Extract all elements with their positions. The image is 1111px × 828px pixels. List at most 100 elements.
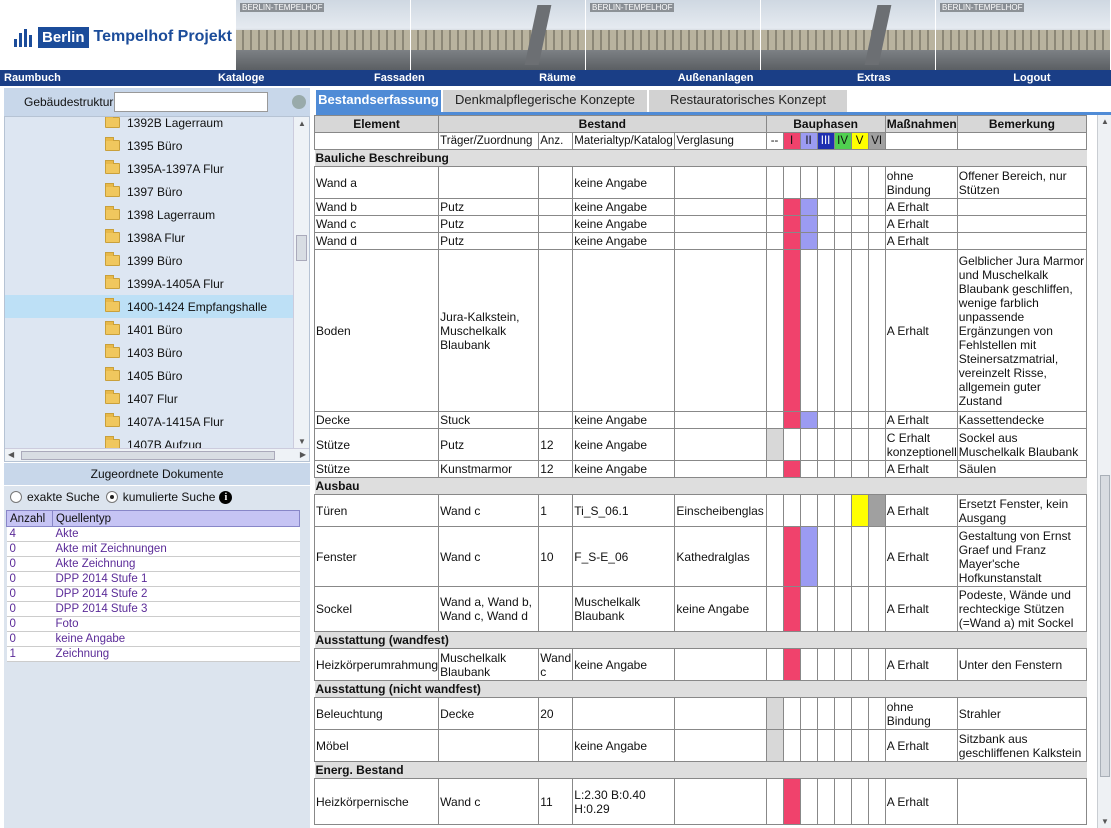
tree-scrollbar-horizontal[interactable]: ◀ ▶ — [5, 448, 309, 461]
nav-raumbuch[interactable]: Raumbuch — [0, 70, 162, 86]
phase-cell[interactable] — [833, 778, 852, 825]
table-row[interactable]: Stütze Kunstmarmor 12 keine Angabe A Erhalt S… — [314, 460, 1088, 478]
phase-cell[interactable] — [765, 198, 784, 216]
table-row[interactable]: Wand d Putz keine Angabe A Erhalt — [314, 232, 1088, 250]
phase-cell[interactable] — [799, 198, 818, 216]
source-row[interactable]: 0 Akte Zeichnung — [6, 556, 300, 572]
table-row[interactable]: Wand b Putz keine Angabe A Erhalt — [314, 198, 1088, 216]
phase-cell[interactable] — [850, 166, 869, 199]
source-row[interactable]: 4 Akte — [6, 526, 300, 542]
phase-cell[interactable] — [765, 460, 784, 478]
phase-cell[interactable] — [816, 215, 835, 233]
main-scroll-down-icon[interactable]: ▼ — [1101, 817, 1109, 826]
phase-cell[interactable] — [867, 198, 886, 216]
phase-cell[interactable] — [765, 232, 784, 250]
tree-hscroll-thumb[interactable] — [21, 451, 275, 460]
main-scrollbar[interactable]: ▲ ▼ — [1097, 115, 1111, 828]
tree-item[interactable]: 1405 Büro — [5, 364, 293, 387]
source-row[interactable]: 0 Foto — [6, 616, 300, 632]
refresh-icon[interactable] — [292, 95, 306, 109]
phase-cell[interactable] — [782, 232, 801, 250]
phase-cell[interactable] — [867, 648, 886, 681]
phase-cell[interactable] — [816, 198, 835, 216]
phase-cell[interactable] — [816, 729, 835, 762]
phase-cell[interactable] — [833, 411, 852, 429]
phase-cell[interactable] — [867, 494, 886, 527]
nav-logout[interactable]: Logout — [953, 70, 1111, 86]
phase-cell[interactable] — [850, 729, 869, 762]
table-row[interactable]: Fenster Wand c 10 F_S-E_06 Kathedralglas A Er… — [314, 526, 1088, 587]
phase-cell[interactable] — [867, 232, 886, 250]
tab-denkmalpflegerische-konzepte[interactable]: Denkmalpflegerische Konzepte — [443, 90, 647, 112]
phase-cell[interactable] — [850, 215, 869, 233]
phase-cell[interactable] — [833, 198, 852, 216]
phase-cell[interactable] — [833, 249, 852, 412]
phase-cell[interactable] — [867, 729, 886, 762]
phase-cell[interactable] — [867, 428, 886, 461]
source-type[interactable]: DPP 2014 Stufe 3 — [52, 601, 300, 617]
phase-cell[interactable] — [850, 232, 869, 250]
phase-cell[interactable] — [782, 428, 801, 461]
source-type[interactable]: Foto — [52, 616, 300, 632]
tree-scroll-thumb[interactable] — [296, 235, 307, 261]
source-type[interactable]: keine Angabe — [52, 631, 300, 647]
phase-cell[interactable] — [850, 411, 869, 429]
phase-cell[interactable] — [833, 428, 852, 461]
tree-item[interactable]: 1407A-1415A Flur — [5, 410, 293, 433]
source-row[interactable]: 0 DPP 2014 Stufe 2 — [6, 586, 300, 602]
phase-cell[interactable] — [799, 460, 818, 478]
table-row[interactable]: Stütze Putz 12 keine Angabe C Erhalt konzept… — [314, 428, 1088, 461]
source-row[interactable]: 1 Zeichnung — [6, 646, 300, 662]
table-row[interactable]: Sockel Wand a, Wand b, Wand c, Wand d Musc… — [314, 586, 1088, 632]
nav-fassaden[interactable]: Fassaden — [320, 70, 478, 86]
source-row[interactable]: 0 keine Angabe — [6, 631, 300, 647]
table-row[interactable]: Heizkörperumrahmung Muschelkalk Blaubank W… — [314, 648, 1088, 681]
phase-cell[interactable] — [816, 648, 835, 681]
tree-item[interactable]: 1392B Lagerraum — [5, 117, 293, 134]
phase-cell[interactable] — [782, 697, 801, 730]
phase-cell[interactable] — [782, 729, 801, 762]
table-row[interactable]: Wand c Putz keine Angabe A Erhalt — [314, 215, 1088, 233]
phase-cell[interactable] — [867, 586, 886, 632]
phase-cell[interactable] — [782, 249, 801, 412]
phase-cell[interactable] — [867, 697, 886, 730]
nav-extras[interactable]: Extras — [795, 70, 953, 86]
phase-cell[interactable] — [765, 411, 784, 429]
nav-aussenanlagen[interactable]: Außenanlagen — [637, 70, 795, 86]
phase-cell[interactable] — [799, 428, 818, 461]
phase-cell[interactable] — [782, 460, 801, 478]
phase-cell[interactable] — [799, 166, 818, 199]
tree-item[interactable]: 1399 Büro — [5, 249, 293, 272]
phase-cell[interactable] — [867, 460, 886, 478]
phase-cell[interactable] — [833, 166, 852, 199]
table-row[interactable]: Boden Jura-Kalkstein, Muschelkalk Blauban… — [314, 249, 1088, 412]
radio-cumulative-search[interactable] — [105, 491, 118, 503]
phase-cell[interactable] — [833, 648, 852, 681]
phase-cell[interactable] — [765, 215, 784, 233]
phase-cell[interactable] — [850, 198, 869, 216]
phase-cell[interactable] — [816, 494, 835, 527]
phase-cell[interactable] — [867, 778, 886, 825]
nav-kataloge[interactable]: Kataloge — [162, 70, 320, 86]
source-type[interactable]: DPP 2014 Stufe 1 — [52, 571, 300, 587]
berlin-logo[interactable]: Berlin Tempelhof Projekt — [14, 22, 232, 52]
tree-item[interactable]: 1399A-1405A Flur — [5, 272, 293, 295]
phase-cell[interactable] — [816, 586, 835, 632]
phase-cell[interactable] — [765, 697, 784, 730]
phase-cell[interactable] — [765, 778, 784, 825]
tab-restauratorisches-konzept[interactable]: Restauratorisches Konzept — [649, 90, 847, 112]
tree-item[interactable]: 1398 Lagerraum — [5, 203, 293, 226]
phase-cell[interactable] — [833, 729, 852, 762]
phase-cell[interactable] — [765, 526, 784, 587]
phase-cell[interactable] — [782, 198, 801, 216]
phase-cell[interactable] — [782, 648, 801, 681]
scroll-left-icon[interactable]: ◀ — [8, 450, 14, 459]
phase-cell[interactable] — [765, 249, 784, 412]
source-row[interactable]: 0 DPP 2014 Stufe 3 — [6, 601, 300, 617]
info-icon[interactable]: i — [219, 490, 233, 504]
phase-cell[interactable] — [799, 586, 818, 632]
scroll-up-icon[interactable]: ▲ — [298, 119, 306, 128]
scroll-right-icon[interactable]: ▶ — [300, 450, 306, 459]
phase-cell[interactable] — [850, 428, 869, 461]
table-row[interactable]: Heizkörpernische Wand c 11 L:2.30 B:0.40 H:… — [314, 778, 1088, 825]
